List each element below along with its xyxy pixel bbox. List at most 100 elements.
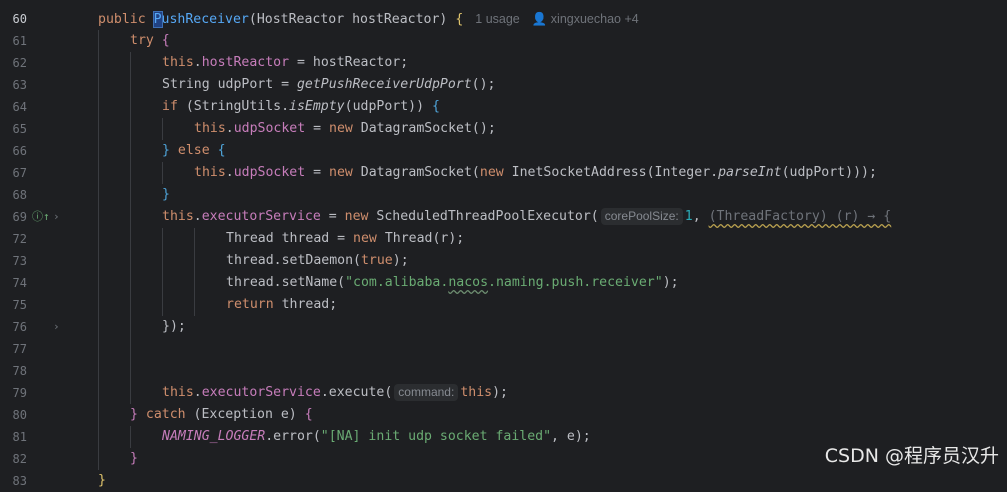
line-gutter[interactable]: 80 [0, 404, 64, 426]
code-token: = [320, 209, 345, 224]
code-token: } [130, 451, 138, 466]
line-gutter[interactable]: 75 [0, 294, 64, 316]
indent-guide [130, 426, 131, 448]
code-line[interactable]: 65 this.udpSocket = new DatagramSocket(); [0, 118, 1007, 140]
line-gutter[interactable]: 63 [0, 74, 64, 96]
line-gutter[interactable]: 69 ⓘ↑ › [0, 206, 64, 228]
code-token: new [344, 209, 377, 224]
line-gutter[interactable]: 61 [0, 30, 64, 52]
indent-guide [130, 294, 131, 316]
code-token: true [360, 253, 393, 268]
code-token: { [455, 12, 464, 27]
line-gutter[interactable]: 64 [0, 96, 64, 118]
code-editor[interactable]: 60 public PushReceiver(HostReactor hostRe… [0, 0, 1007, 488]
indent-guide [98, 316, 99, 338]
code-line[interactable]: 63 String udpPort = getPushReceiverUdpPor… [0, 74, 1007, 96]
code-token: = hostReactor; [289, 55, 409, 70]
line-gutter[interactable]: 67 [0, 162, 64, 184]
line-number: 75 [12, 298, 27, 312]
line-number: 83 [12, 474, 27, 488]
code-text: return thread; [226, 294, 337, 316]
line-number: 77 [12, 342, 27, 356]
code-text: }); [162, 316, 186, 338]
line-gutter[interactable]: 73 [0, 250, 64, 272]
code-line[interactable]: 72 Thread thread = new Thread(r); [0, 228, 1007, 250]
code-text: NAMING_LOGGER.error("[NA] init udp socke… [162, 426, 591, 448]
line-gutter[interactable]: 60 [0, 8, 64, 30]
code-line[interactable]: 83} [0, 470, 1007, 492]
line-gutter[interactable]: 68 [0, 184, 64, 206]
code-token: (); [471, 77, 496, 92]
code-line[interactable]: 77 [0, 338, 1007, 360]
code-line[interactable]: 61 try { [0, 30, 1007, 52]
indent-guide [98, 338, 99, 360]
code-token: { [217, 143, 226, 158]
line-gutter[interactable]: 66 [0, 140, 64, 162]
code-token: ushReceiver [161, 12, 249, 27]
fold-arrow-icon[interactable]: › [53, 206, 60, 228]
code-line[interactable]: 66 } else { [0, 140, 1007, 162]
code-token: else [169, 143, 218, 158]
parameter-hint: command: [394, 384, 459, 401]
indent-guide [130, 52, 131, 74]
line-gutter[interactable]: 77 [0, 338, 64, 360]
code-line[interactable]: 80} catch (Exception e) { [0, 404, 1007, 426]
line-gutter[interactable]: 81 [0, 426, 64, 448]
code-line[interactable]: 67 this.udpSocket = new DatagramSocket(ne… [0, 162, 1007, 184]
indent-guide [98, 96, 99, 118]
code-line[interactable]: 60 public PushReceiver(HostReactor hostRe… [0, 8, 1007, 30]
indent-guide [98, 118, 99, 140]
code-token: P [152, 11, 163, 28]
fold-arrow-icon[interactable]: › [53, 316, 60, 338]
indent-guide [98, 382, 99, 404]
code-line[interactable]: 75 return thread; [0, 294, 1007, 316]
line-gutter[interactable]: 78 [0, 360, 64, 382]
indent-guide [130, 272, 131, 294]
code-token: new [329, 165, 361, 180]
code-token: executorService [201, 385, 321, 400]
line-number: 69 [12, 210, 27, 224]
code-token: , e); [551, 429, 591, 444]
code-line[interactable]: 64 if (StringUtils.isEmpty(udpPort)) { [0, 96, 1007, 118]
code-line[interactable]: 79 this.executorService.execute(command: t… [0, 382, 1007, 404]
code-token: "com.alibaba. [345, 275, 449, 290]
line-gutter[interactable]: 79 [0, 382, 64, 404]
line-gutter[interactable]: 82 [0, 448, 64, 470]
line-gutter[interactable]: 62 [0, 52, 64, 74]
code-line[interactable]: 62 this.hostReactor = hostReactor; [0, 52, 1007, 74]
code-line[interactable]: 69 ⓘ↑ › this.executorService = new Schedule… [0, 206, 1007, 228]
code-token: thread.setName( [226, 275, 346, 290]
code-line[interactable]: 74 thread.setName("com.alibaba.nacos.nami… [0, 272, 1007, 294]
line-number: 62 [12, 56, 27, 70]
code-token: } [98, 473, 106, 488]
indent-guide [130, 316, 131, 338]
code-line[interactable]: 68} [0, 184, 1007, 206]
code-text: thread.setName("com.alibaba.nacos.naming… [226, 272, 679, 294]
code-line[interactable]: 76 ›}); [0, 316, 1007, 338]
indent-guide [130, 184, 131, 206]
code-token: (udpPort))); [781, 165, 877, 180]
line-gutter[interactable]: 72 [0, 228, 64, 250]
line-number: 79 [12, 386, 27, 400]
code-token: this [162, 209, 194, 224]
code-token: DatagramSocket( [360, 165, 480, 180]
line-gutter[interactable]: 74 [0, 272, 64, 294]
code-text: } else { [162, 140, 226, 162]
implement-icon[interactable]: ⓘ↑ [32, 206, 50, 228]
code-line[interactable]: 78 [0, 360, 1007, 382]
line-gutter[interactable]: 83 [0, 470, 64, 492]
code-token: this [162, 385, 194, 400]
line-gutter[interactable]: 65 [0, 118, 64, 140]
code-line[interactable]: 73 thread.setDaemon(true); [0, 250, 1007, 272]
code-token: hostReactor [201, 55, 290, 70]
code-token: Thread thread = [226, 231, 354, 246]
line-gutter[interactable]: 76 › [0, 316, 64, 338]
code-token: . [225, 121, 234, 136]
indent-guide [130, 206, 131, 228]
code-text: this.executorService = new ScheduledThre… [162, 206, 891, 228]
code-vision-meta[interactable]: 👤 xingxuechao +4 [532, 12, 639, 26]
indent-guide [98, 294, 99, 316]
line-number: 61 [12, 34, 27, 48]
line-number: 82 [12, 452, 27, 466]
code-vision-meta[interactable]: 1 usage [475, 12, 519, 26]
